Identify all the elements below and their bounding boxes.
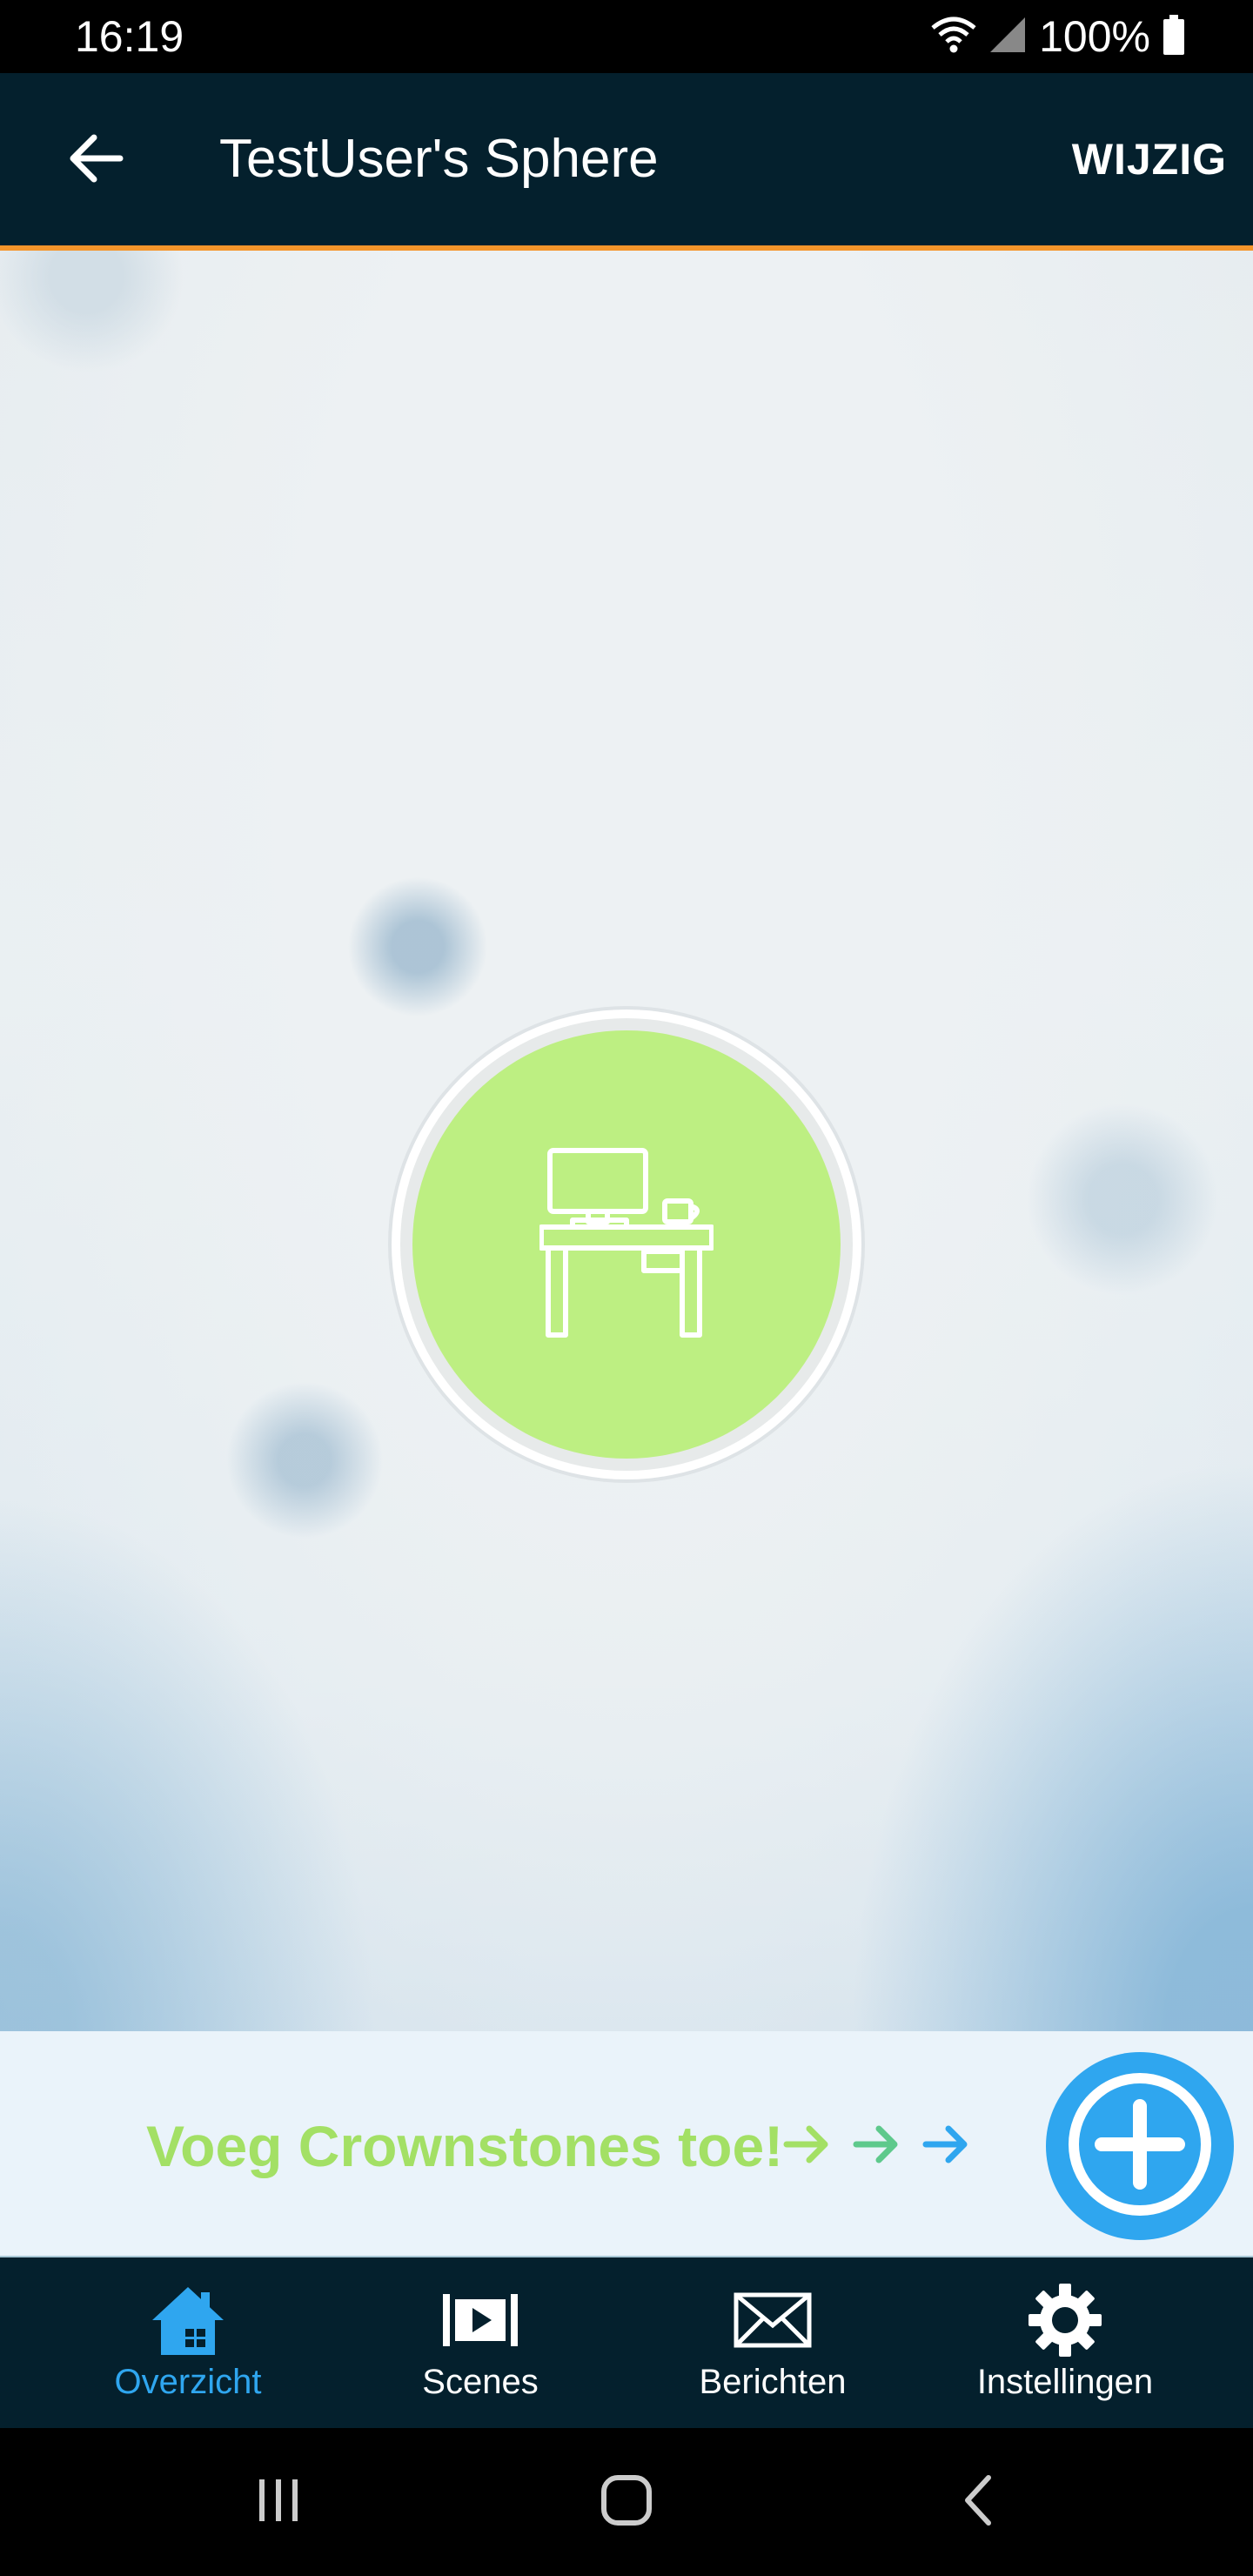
tab-instellingen[interactable]: Instellingen: [935, 2257, 1196, 2428]
desk-icon: [539, 1147, 714, 1343]
page-title: TestUser's Sphere: [219, 129, 659, 189]
signal-icon: [988, 16, 1027, 58]
back-button[interactable]: [52, 117, 139, 204]
sphere-overview-canvas[interactable]: [0, 251, 1253, 2031]
add-crownstones-bar: Voeg Crownstones toe!: [0, 2031, 1253, 2256]
tab-label: Scenes: [422, 2363, 539, 2401]
bottom-tab-bar: Overzicht Scenes Berichten Instellingen: [0, 2256, 1253, 2428]
arrow-right-icon: [783, 2123, 832, 2170]
envelope-icon: [642, 2282, 903, 2358]
home-button[interactable]: [574, 2463, 679, 2541]
plus-circle-icon: [1062, 2066, 1218, 2227]
chevron-left-icon: [961, 2474, 995, 2531]
app-bar: TestUser's Sphere WIJZIG: [0, 73, 1253, 245]
tab-label: Overzicht: [114, 2363, 262, 2401]
wifi-icon: [931, 16, 976, 58]
system-nav-bar: [0, 2428, 1253, 2576]
system-back-button[interactable]: [926, 2463, 1030, 2541]
tab-berichten[interactable]: Berichten: [642, 2257, 903, 2428]
room-circle[interactable]: [412, 1030, 841, 1459]
home-square-icon: [600, 2474, 653, 2531]
tab-overzicht[interactable]: Overzicht: [57, 2257, 318, 2428]
status-icons: 100%: [931, 12, 1185, 61]
home-icon: [57, 2282, 318, 2358]
battery-icon: [1163, 14, 1185, 59]
tab-label: Berichten: [699, 2363, 847, 2401]
battery-percent: 100%: [1039, 12, 1150, 61]
arrow-right-icon: [922, 2123, 971, 2170]
arrow-left-icon: [68, 134, 124, 187]
arrow-right-icon: [853, 2123, 901, 2170]
tab-scenes[interactable]: Scenes: [350, 2257, 611, 2428]
add-crownstones-hint: Voeg Crownstones toe!: [146, 2114, 784, 2178]
scenes-icon: [350, 2282, 611, 2358]
gear-icon: [935, 2282, 1196, 2358]
recent-apps-icon: [252, 2478, 305, 2527]
add-crownstone-button[interactable]: [1046, 2052, 1234, 2240]
hint-arrows: [783, 2122, 971, 2170]
edit-button[interactable]: WIJZIG: [1072, 131, 1227, 188]
status-bar: 16:19 100%: [0, 0, 1253, 73]
status-time: 16:19: [75, 12, 184, 61]
recent-apps-button[interactable]: [226, 2463, 331, 2541]
tab-label: Instellingen: [976, 2363, 1154, 2401]
